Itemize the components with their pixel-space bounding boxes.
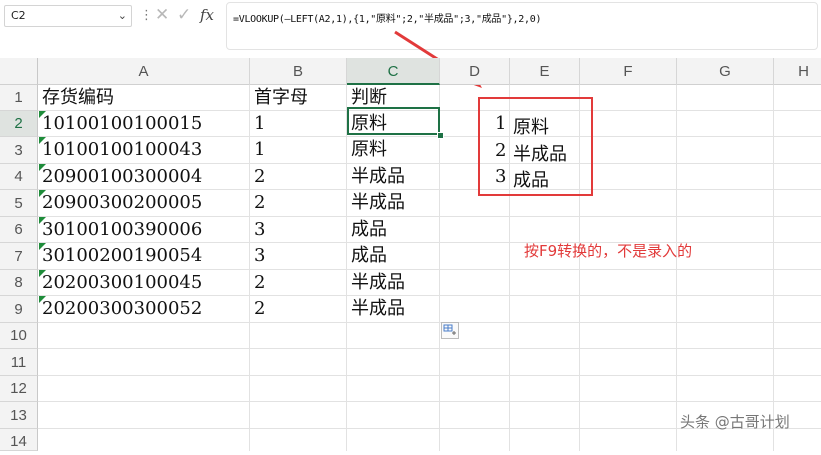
cell-b8[interactable]: 2 [254,270,265,296]
cell-b4[interactable]: 2 [254,164,265,190]
row-header-8[interactable]: 8 [0,270,38,296]
paste-options-icon[interactable] [441,322,459,339]
annotation-text: 按F9转换的，不是录入的 [524,242,693,260]
cell-a5[interactable]: 20900300200005 [42,190,202,216]
cell-b9[interactable]: 2 [254,296,265,322]
column-header-g[interactable]: G [677,58,774,85]
row-header-7[interactable]: 7 [0,243,38,270]
fill-handle[interactable] [437,132,444,139]
cell-a6[interactable]: 30100100390006 [42,217,202,243]
cell-b7[interactable]: 3 [254,243,265,269]
cell-a8[interactable]: 20200300100045 [42,270,202,296]
watermark: 头条 @古哥计划 [680,413,790,431]
array-item-2-num: 2 [495,140,507,161]
active-cell-selection[interactable] [347,107,440,135]
row-header-5[interactable]: 5 [0,190,38,217]
cell-a1[interactable]: 存货编码 [42,85,114,111]
row-header-2[interactable]: 2 [0,111,38,137]
array-item-1-label: 原料 [513,117,549,138]
array-item-3-label: 成品 [513,170,549,191]
cell-b3[interactable]: 1 [254,137,265,163]
cell-a4[interactable]: 20900100300004 [42,164,202,190]
row-header-4[interactable]: 4 [0,164,38,190]
cell-a7[interactable]: 30100200190054 [42,243,202,269]
cell-c7[interactable]: 成品 [351,243,387,269]
cell-c6[interactable]: 成品 [351,217,387,243]
row-header-1[interactable]: 1 [0,85,38,111]
cell-c9[interactable]: 半成品 [351,296,405,322]
cell-b6[interactable]: 3 [254,217,265,243]
column-header-b[interactable]: B [250,58,347,85]
row-header-3[interactable]: 3 [0,137,38,164]
cell-c4[interactable]: 半成品 [351,164,405,190]
cell-c8[interactable]: 半成品 [351,270,405,296]
cell-b2[interactable]: 1 [254,111,265,137]
array-item-3-num: 3 [495,166,507,187]
column-header-h[interactable]: H [774,58,821,85]
column-header-f[interactable]: F [580,58,677,85]
cell-c5[interactable]: 半成品 [351,190,405,216]
select-all-corner[interactable] [0,58,38,85]
row-header-6[interactable]: 6 [0,217,38,243]
column-header-a[interactable]: A [38,58,250,85]
row-header-10[interactable]: 10 [0,323,38,349]
array-item-2-label: 半成品 [513,144,567,165]
cell-b1[interactable]: 首字母 [254,85,308,111]
column-header-c[interactable]: C [347,58,440,85]
cell-a9[interactable]: 20200300300052 [42,296,202,322]
cell-a3[interactable]: 10100100100043 [42,137,202,163]
column-header-e[interactable]: E [510,58,580,85]
row-header-12[interactable]: 12 [0,376,38,402]
row-header-9[interactable]: 9 [0,296,38,323]
cell-c3[interactable]: 原料 [351,137,387,163]
row-header-11[interactable]: 11 [0,349,38,376]
cell-b5[interactable]: 2 [254,190,265,216]
cell-a2[interactable]: 10100100100015 [42,111,202,137]
row-header-13[interactable]: 13 [0,402,38,429]
array-item-1-num: 1 [495,113,507,134]
row-header-14[interactable]: 14 [0,429,38,451]
column-header-d[interactable]: D [440,58,510,85]
